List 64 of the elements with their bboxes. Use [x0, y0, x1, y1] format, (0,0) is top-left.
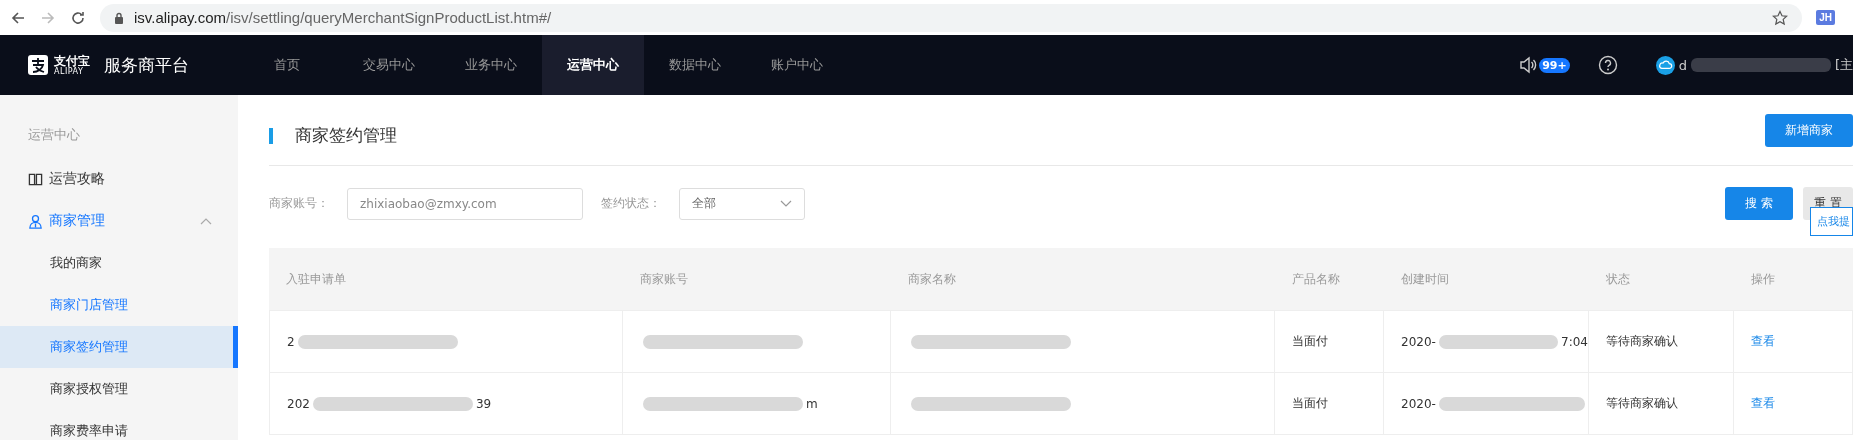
extension-icon[interactable]: JH — [1816, 10, 1835, 25]
table-cell: 2 — [287, 334, 295, 349]
logo-icon — [28, 55, 48, 75]
column-header: 状态 — [1605, 270, 1631, 288]
status-select[interactable]: 全部 — [679, 187, 805, 220]
speaker-icon[interactable] — [1518, 55, 1539, 75]
sidebar-heading: 运营中心 — [27, 126, 81, 144]
tooltip[interactable]: 点我提 — [1810, 207, 1853, 236]
table-cell: 等待商家确认 — [1606, 395, 1678, 412]
nav-tab[interactable]: 运营中心 — [542, 35, 644, 95]
sidebar-item[interactable]: 运营攻略 — [0, 158, 238, 200]
nav-tab[interactable]: 首页 — [236, 35, 338, 95]
nav-tab[interactable]: 交易中心 — [338, 35, 440, 95]
back-icon[interactable] — [10, 9, 26, 26]
column-header: 入驻申请单 — [285, 270, 347, 288]
url-text: isv.alipay.com/isv/settling/queryMerchantSignProductList.htm#/ — [134, 9, 553, 26]
table-cell: 等待商家确认 — [1606, 333, 1678, 350]
account-type: [主 — [1834, 56, 1853, 74]
column-header: 商家名称 — [907, 270, 957, 288]
lock-icon — [114, 11, 124, 24]
account-input[interactable]: zhixiaobao@zmxy.com — [347, 187, 583, 220]
column-header: 产品名称 — [1291, 270, 1341, 288]
column-header: 商家账号 — [639, 270, 689, 288]
page-title: 商家签约管理 — [295, 124, 397, 147]
sidebar-subitem[interactable]: 我的商家 — [0, 242, 238, 284]
add-merchant-button[interactable]: 新增商家 — [1765, 114, 1853, 147]
sidebar-subitem[interactable]: 商家授权管理 — [0, 368, 238, 410]
field-label: 签约状态： — [601, 195, 661, 212]
star-icon[interactable] — [1772, 9, 1789, 26]
nav-tab[interactable]: 业务中心 — [440, 35, 542, 95]
table-cell: 2020- — [1401, 334, 1436, 349]
nav-tab[interactable]: 数据中心 — [644, 35, 746, 95]
sidebar-item[interactable]: 商家管理 — [0, 200, 238, 242]
person-icon — [28, 213, 43, 229]
user-name[interactable]: d — [1678, 57, 1687, 73]
table-cell: 当面付 — [1292, 395, 1328, 412]
table-cell: 2020- — [1401, 396, 1436, 411]
table-cell: 7:04 — [1561, 334, 1588, 349]
view-link[interactable]: 查看 — [1751, 395, 1775, 412]
title-accent — [269, 127, 273, 144]
notification-badge: 99+ — [1539, 57, 1570, 73]
logo-name: 支付宝 — [54, 54, 90, 67]
field-label: 商家账号： — [269, 195, 329, 212]
chevron-icon — [200, 217, 212, 225]
book-icon — [28, 171, 43, 187]
help-icon[interactable] — [1597, 55, 1618, 75]
reload-icon[interactable] — [70, 9, 86, 26]
logo-subtitle: ALIPAY — [54, 67, 85, 76]
table-cell: 39 — [475, 396, 492, 411]
sidebar-subitem[interactable]: 商家费率申请 — [0, 410, 238, 440]
table-cell: 当面付 — [1292, 333, 1328, 350]
sidebar-subitem[interactable]: 商家签约管理 — [0, 326, 238, 368]
platform-name: 服务商平台 — [104, 53, 189, 77]
address-bar[interactable]: isv.alipay.com/isv/settling/queryMerchantSignProductList.htm#/ — [100, 3, 1803, 32]
sidebar-subitem[interactable]: 商家门店管理 — [0, 284, 238, 326]
search-button[interactable]: 搜 索 — [1725, 187, 1793, 220]
avatar-icon[interactable] — [1655, 55, 1675, 75]
table-cell: m — [806, 396, 818, 411]
table-cell: 202 — [287, 396, 310, 411]
chevron-icon — [780, 199, 792, 208]
nav-tab[interactable]: 账户中心 — [746, 35, 848, 95]
view-link[interactable]: 查看 — [1751, 333, 1775, 350]
column-header: 创建时间 — [1400, 270, 1450, 288]
column-header: 操作 — [1750, 270, 1776, 288]
